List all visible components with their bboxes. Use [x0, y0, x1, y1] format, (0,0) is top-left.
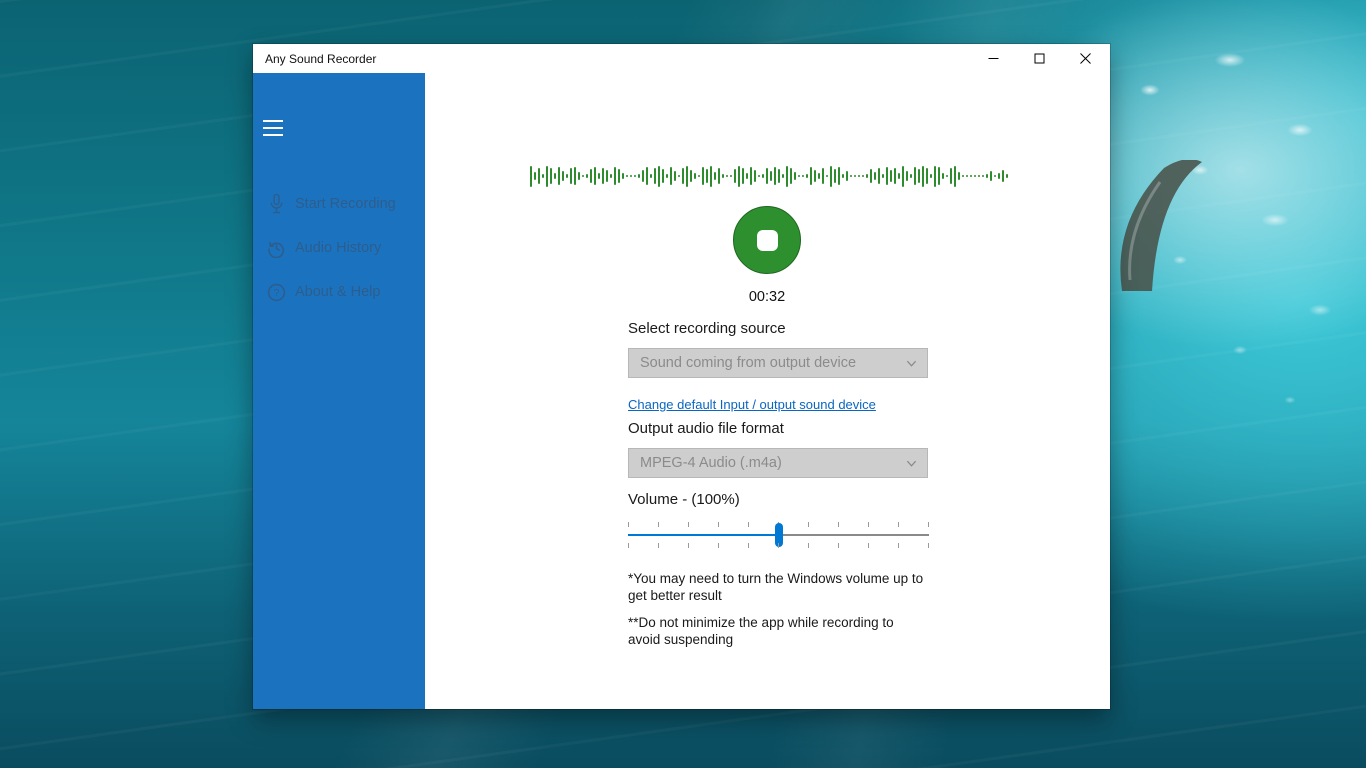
svg-text:?: ?: [273, 288, 279, 299]
maximize-icon: [1034, 53, 1045, 64]
output-format-value: MPEG-4 Audio (.m4a): [640, 455, 906, 471]
minimize-icon: [988, 53, 999, 64]
stop-recording-button[interactable]: [733, 206, 801, 274]
history-icon: [266, 237, 286, 259]
close-icon: [1080, 53, 1091, 64]
volume-slider[interactable]: [628, 522, 929, 548]
sidebar-item-label: About & Help: [295, 284, 380, 300]
stop-icon: [757, 230, 778, 251]
note-volume: *You may need to turn the Windows volume…: [628, 571, 924, 604]
wallpaper-fin-shape: [1112, 160, 1204, 292]
help-circle-icon: ?: [266, 281, 286, 303]
note-minimize: **Do not minimize the app while recordin…: [628, 615, 924, 648]
recording-source-dropdown[interactable]: Sound coming from output device: [628, 348, 928, 378]
app-window: Any Sound Recorder: [253, 44, 1110, 709]
audio-waveform: [530, 163, 1012, 189]
sidebar-item-about-help[interactable]: ? About & Help: [253, 270, 425, 314]
microphone-icon: [266, 193, 286, 215]
sidebar-item-label: Audio History: [295, 240, 381, 256]
sidebar-item-start-recording[interactable]: Start Recording: [253, 182, 425, 226]
sidebar-item-label: Start Recording: [295, 196, 396, 212]
change-device-link[interactable]: Change default Input / output sound devi…: [628, 397, 876, 412]
slider-ticks-bottom: [628, 543, 929, 548]
output-format-label: Output audio file format: [628, 420, 784, 437]
slider-fill: [628, 534, 779, 536]
sidebar-item-audio-history[interactable]: Audio History: [253, 226, 425, 270]
minimize-button[interactable]: [976, 44, 1010, 73]
recording-timer: 00:32: [707, 289, 827, 305]
output-format-dropdown[interactable]: MPEG-4 Audio (.m4a): [628, 448, 928, 478]
recording-source-value: Sound coming from output device: [640, 355, 906, 371]
close-button[interactable]: [1068, 44, 1102, 73]
recording-source-label: Select recording source: [628, 320, 786, 337]
hamburger-icon: [263, 120, 283, 122]
chevron-down-icon: [906, 358, 917, 369]
chevron-down-icon: [906, 458, 917, 469]
window-title: Any Sound Recorder: [265, 52, 376, 66]
maximize-button[interactable]: [1022, 44, 1056, 73]
volume-label: Volume - (100%): [628, 491, 740, 508]
sidebar: Start Recording Audio History ? About & …: [253, 73, 425, 709]
hamburger-menu-button[interactable]: [263, 120, 283, 136]
